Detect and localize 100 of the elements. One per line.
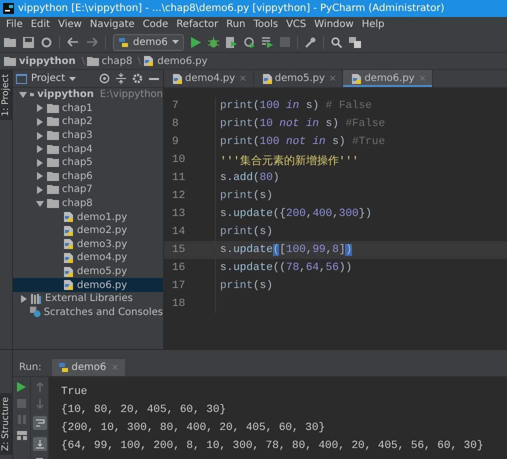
save-icon[interactable]	[23, 36, 34, 48]
tree-item[interactable]: demo5.py	[13, 264, 163, 278]
back-arrow-icon[interactable]	[67, 37, 79, 47]
folder-icon	[47, 117, 59, 126]
wrench-icon[interactable]	[304, 36, 316, 48]
structure-tool-button[interactable]: Z: Structure	[0, 393, 12, 455]
folder-icon[interactable]	[4, 37, 16, 47]
sync-icon[interactable]	[41, 36, 52, 48]
run-tab[interactable]: demo6 ×	[52, 359, 125, 376]
tree-item[interactable]: Scratches and Consoles	[13, 306, 163, 320]
expand-arrow-icon[interactable]	[36, 118, 44, 126]
line-number: 10	[171, 154, 186, 166]
code-line: print(s)	[220, 279, 274, 294]
menu-item[interactable]: Navigate	[86, 19, 139, 30]
expand-arrow-icon[interactable]	[36, 172, 44, 180]
editor-tab[interactable]: demo6.py ×	[343, 70, 434, 87]
breadcrumb-item[interactable]: chap8	[86, 56, 132, 66]
python-file-icon	[172, 72, 183, 84]
coverage-icon[interactable]	[226, 36, 237, 48]
line-number: 15	[171, 244, 186, 256]
project-tool-button[interactable]: 1: Project	[0, 70, 12, 120]
caret-icon	[69, 76, 76, 80]
console-output-line: True	[61, 385, 88, 400]
library-icon	[31, 293, 42, 304]
tab-label: demo6.py	[364, 73, 415, 84]
code-line: print(100 not in s) #True	[220, 135, 386, 150]
menu-item[interactable]: File	[2, 19, 27, 30]
tree-item[interactable]: demo2.py	[13, 224, 163, 238]
scroll-end-icon[interactable]	[32, 437, 46, 451]
python-icon	[118, 36, 129, 48]
folder-icon	[47, 172, 59, 181]
run-icon[interactable]	[190, 36, 201, 48]
search-icon[interactable]	[330, 36, 342, 48]
collapse-icon[interactable]	[116, 73, 126, 84]
menu-item[interactable]: Code	[138, 19, 172, 30]
windows-icon[interactable]	[348, 36, 361, 48]
soft-wrap-icon[interactable]	[32, 416, 46, 430]
tree-item[interactable]: demo1.py	[13, 210, 163, 224]
menu-item[interactable]: Tools	[249, 19, 282, 30]
tree-item[interactable]: chap7	[13, 183, 163, 197]
expand-arrow-icon[interactable]	[36, 186, 44, 194]
tree-item[interactable]: demo3.py	[13, 238, 163, 252]
expand-arrow-icon[interactable]	[36, 200, 44, 208]
list-run-icon[interactable]	[262, 36, 273, 48]
tree-item[interactable]: chap5	[13, 156, 163, 170]
bug-icon[interactable]	[208, 36, 219, 48]
target-icon[interactable]	[99, 73, 110, 84]
expand-arrow-icon[interactable]	[36, 158, 44, 167]
code-line: s.update({200,400,300})	[220, 207, 373, 222]
python-file-icon	[63, 266, 74, 278]
window-icon	[16, 74, 27, 84]
line-number: 16	[171, 262, 186, 274]
tree-item[interactable]: demo6.py	[13, 278, 163, 292]
breadcrumb-item[interactable]: demo6.py	[143, 55, 208, 67]
folder-icon	[47, 104, 59, 113]
menu-item[interactable]: Help	[358, 19, 389, 30]
line-number: 7	[171, 100, 180, 112]
rerun-icon[interactable]	[17, 382, 26, 392]
app-icon	[3, 3, 14, 14]
menu-item[interactable]: Window	[310, 19, 358, 30]
console-output-line: {200, 10, 300, 80, 400, 20, 405, 60, 30}	[61, 421, 326, 436]
tree-item[interactable]: chap4	[13, 142, 163, 156]
code-line: '''集合元素的新增操作'''	[220, 154, 360, 169]
tree-item[interactable]: vippython E:\vippython	[13, 88, 163, 102]
code-line: s.update((78,64,56))	[220, 261, 354, 276]
tree-item[interactable]: chap8	[13, 196, 163, 210]
menu-item[interactable]: Edit	[26, 19, 54, 30]
layout-icon[interactable]	[16, 431, 26, 440]
editor-tab[interactable]: demo4.py ×	[164, 70, 254, 87]
code-line: print(s)	[220, 189, 274, 204]
settings-icon[interactable]	[132, 73, 143, 84]
menu-item[interactable]: Run	[222, 19, 250, 30]
run-label: Run:	[19, 362, 42, 373]
tree-item[interactable]: chap6	[13, 170, 163, 184]
code-line: print(100 in s) # False	[220, 99, 373, 114]
code-line: print(s)	[220, 225, 274, 240]
forward-arrow-icon[interactable]	[86, 37, 98, 47]
python-file-icon	[63, 279, 74, 292]
folder-icon	[47, 144, 59, 154]
profile-icon[interactable]	[244, 36, 255, 48]
breadcrumb-item[interactable]: vippython	[4, 56, 76, 66]
run-config-dropdown[interactable]: demo6	[113, 34, 184, 50]
menu-item[interactable]: VCS	[282, 19, 310, 30]
code-line: s.add(80)	[220, 171, 280, 186]
tree-item[interactable]: chap1	[13, 102, 163, 116]
menu-item[interactable]: View	[54, 19, 86, 30]
code-line: print(10 not in s) #False	[220, 117, 386, 132]
expand-arrow-icon[interactable]	[36, 132, 44, 140]
tree-item[interactable]: chap2	[13, 115, 163, 129]
tree-item[interactable]: External Libraries	[13, 292, 163, 306]
expand-arrow-icon[interactable]	[20, 294, 28, 303]
project-view-dropdown[interactable]: Project	[16, 73, 76, 84]
menu-item[interactable]: Refactor	[172, 19, 222, 30]
expand-arrow-icon[interactable]	[36, 104, 44, 112]
tree-item[interactable]: chap3	[13, 128, 163, 142]
expand-arrow-icon[interactable]	[36, 145, 44, 154]
python-file-icon	[63, 238, 74, 250]
minimize-icon[interactable]	[149, 78, 159, 80]
expand-arrow-icon[interactable]	[19, 90, 27, 99]
tree-item[interactable]: demo4.py	[13, 251, 163, 265]
